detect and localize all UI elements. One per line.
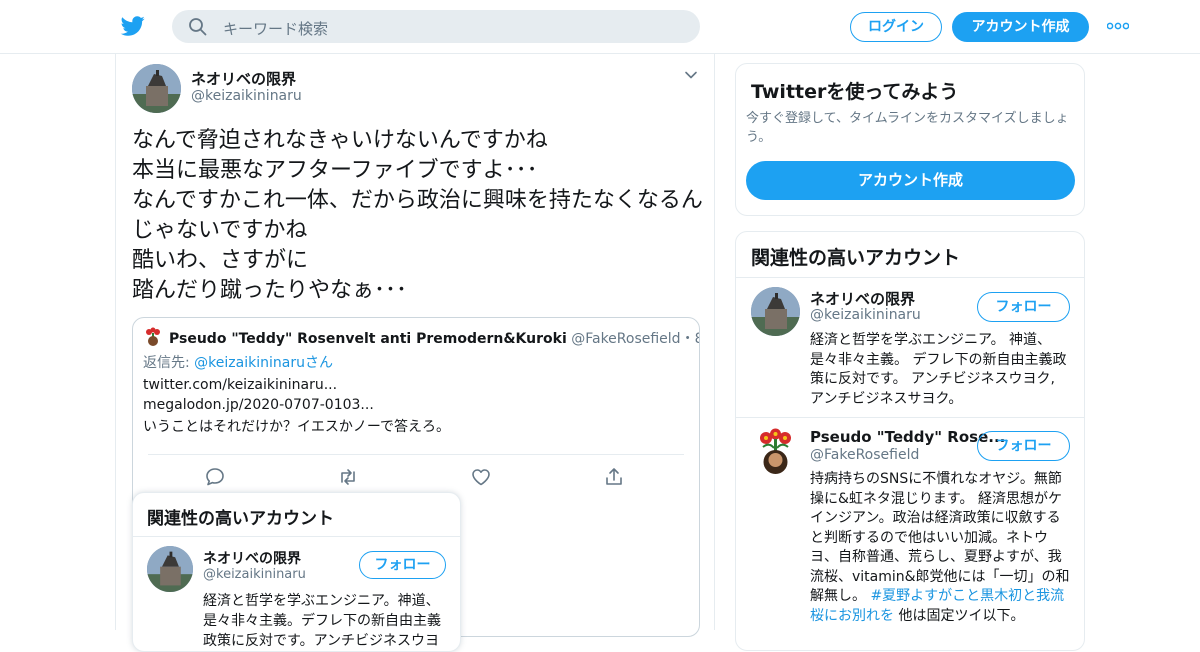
quoted-separator: ・ [680, 331, 695, 347]
related-accounts-card: 関連性の高いアカウント ネオリベの限界 @keizaikininaru フォロー… [735, 231, 1085, 651]
divider [133, 536, 460, 537]
quoted-text: いうことはそれだけか？イエスかノーで答えろ。 [143, 419, 451, 435]
search-box[interactable]: キーワード検索 [172, 10, 700, 43]
avatar[interactable] [132, 64, 181, 113]
avatar[interactable] [147, 546, 193, 592]
signup-button[interactable]: アカウント作成 [746, 161, 1075, 200]
account-bio: 持病持ちのSNSに不慣れなオヤジ。無節操に&虹ネタ混じります。 経済思想がケイン… [810, 470, 1072, 626]
related-accounts-popup: 関連性の高いアカウント ネオリベの限界 @keizaikininaru フォロー… [132, 492, 461, 652]
account-name[interactable]: Pseudo "Teddy" Rose... [810, 428, 1005, 446]
quoted-link[interactable]: twitter.com/keizaikininaru... [143, 377, 337, 393]
avatar[interactable] [751, 427, 800, 476]
quoted-author-name[interactable]: Pseudo "Teddy" Rosenvelt anti Premodern&… [169, 331, 567, 347]
author-handle[interactable]: @keizaikininaru [191, 88, 302, 104]
divider [148, 454, 684, 455]
chevron-down-icon[interactable] [684, 68, 698, 82]
account-name[interactable]: ネオリベの限界 [203, 548, 301, 568]
login-button[interactable]: ログイン [850, 12, 942, 42]
account-handle[interactable]: @FakeRosefield [810, 447, 919, 463]
top-bar: キーワード検索 ログイン アカウント作成 [0, 0, 1200, 54]
quoted-timestamp[interactable]: 8分 [695, 331, 699, 347]
follow-button[interactable]: フォロー [977, 292, 1070, 322]
account-handle[interactable]: @keizaikininaru [203, 567, 306, 582]
signup-button[interactable]: アカウント作成 [952, 12, 1089, 42]
signup-cta-card: Twitterを使ってみよう 今すぐ登録して、タイムラインをカスタマイズしましょ… [735, 63, 1085, 216]
avatar[interactable] [751, 287, 800, 336]
popup-title: 関連性の高いアカウント [147, 509, 334, 529]
follow-button[interactable]: フォロー [977, 431, 1070, 461]
cta-title: Twitterを使ってみよう [751, 81, 959, 103]
account-bio: 経済と哲学を学ぶエンジニア。 神道、是々非々主義。 デフレ下の新自由主義政策に反… [810, 332, 1067, 407]
reply-icon[interactable] [204, 466, 226, 488]
related-title: 関連性の高いアカウント [751, 247, 961, 269]
retweet-icon[interactable] [337, 466, 359, 488]
more-options-icon[interactable] [1107, 22, 1129, 30]
quoted-author-handle[interactable]: @FakeRosefield [571, 331, 680, 347]
account-handle[interactable]: @keizaikininaru [810, 307, 921, 323]
reply-to-link[interactable]: @keizaikininaruさん [194, 355, 333, 371]
author-name[interactable]: ネオリベの限界 [191, 68, 296, 89]
quoted-header: Pseudo "Teddy" Rosenvelt anti Premodern&… [169, 328, 699, 348]
twitter-bird-icon[interactable] [120, 14, 146, 38]
like-icon[interactable] [470, 466, 492, 488]
bio-text: 持病持ちのSNSに不慣れなオヤジ。無節操に&虹ネタ混じります。 経済思想がケイン… [810, 471, 1070, 604]
cta-subtitle: 今すぐ登録して、タイムラインをカスタマイズしましょう。 [746, 111, 1069, 145]
divider [736, 277, 1084, 278]
divider [736, 417, 1084, 418]
quoted-avatar[interactable] [143, 327, 163, 347]
share-icon[interactable] [603, 466, 625, 488]
quoted-link[interactable]: megalodon.jp/2020-0707-0103... [143, 397, 374, 413]
follow-button[interactable]: フォロー [359, 551, 446, 579]
search-icon [189, 18, 207, 36]
account-bio: 経済と哲学を学ぶエンジニア。神道、是々非々主義。デフレ下の新自由主義政策に反対で… [203, 593, 441, 649]
search-input[interactable]: キーワード検索 [223, 18, 328, 39]
tweet-column: ネオリベの限界 @keizaikininaru なんで脅迫されなきゃいけないんで… [115, 54, 715, 652]
reply-prefix: 返信先: [143, 355, 195, 371]
account-name[interactable]: ネオリベの限界 [810, 288, 915, 309]
reply-context: 返信先: @keizaikininaruさん [143, 352, 333, 372]
tweet-text: なんで脅迫されなきゃいけないんですかね 本当に最悪なアフターファイブですよ･･･… [132, 128, 703, 303]
bio-tail: 他は固定ツイ以下。 [898, 607, 1025, 624]
